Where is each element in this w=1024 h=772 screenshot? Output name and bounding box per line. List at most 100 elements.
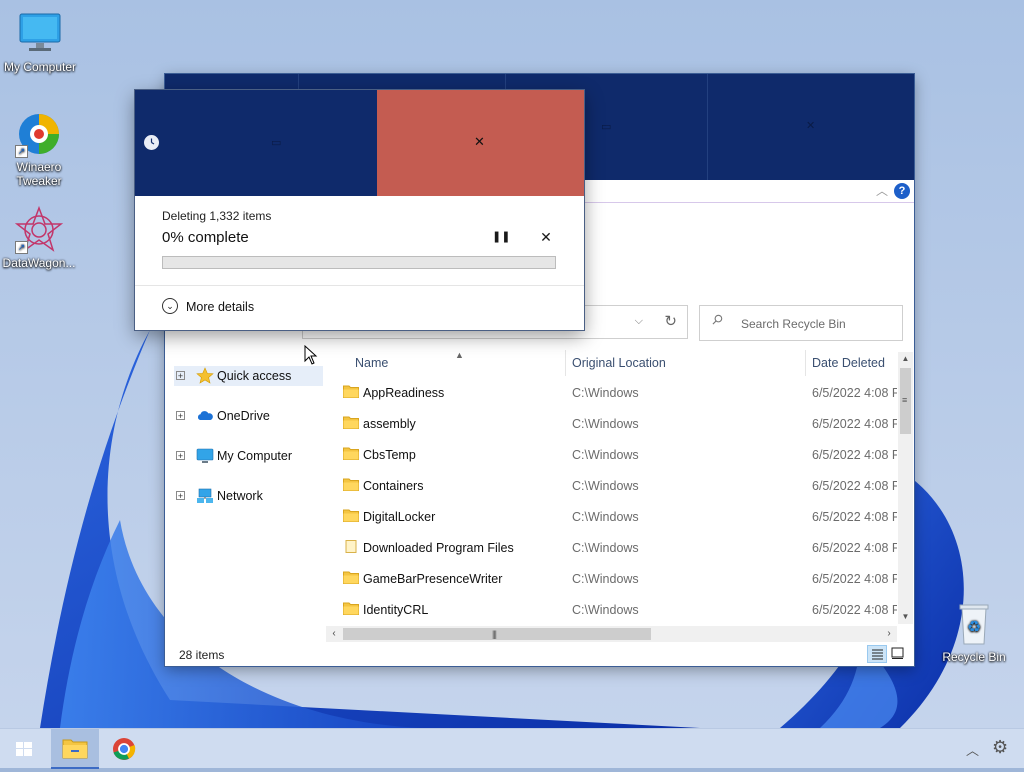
- large-icons-view-icon: [891, 647, 904, 659]
- window-close-button[interactable]: ✕: [806, 119, 815, 132]
- navigation-pane: + Quick access + OneDrive + My Computer …: [165, 353, 325, 641]
- nav-item-my-computer[interactable]: + My Computer: [174, 446, 324, 466]
- expand-icon[interactable]: +: [176, 371, 185, 381]
- show-hidden-icons-chevron-icon[interactable]: ︿: [966, 740, 979, 759]
- folder-icon: [343, 385, 359, 398]
- file-row[interactable]: Containers C:\Windows 6/5/2022 4:08 PM: [325, 470, 897, 501]
- status-bar: 28 items: [165, 642, 914, 666]
- windows-logo-icon: [16, 742, 32, 756]
- cancel-operation-button[interactable]: ✕: [539, 230, 553, 244]
- shortcut-arrow-icon: ↗: [15, 241, 28, 254]
- file-date-deleted: 6/5/2022 4:08 PM: [812, 541, 897, 555]
- file-name: GameBarPresenceWriter: [363, 572, 503, 586]
- folder-icon: [343, 478, 359, 491]
- file-original-location: C:\Windows: [572, 448, 639, 462]
- scroll-left-arrow-icon[interactable]: ‹: [326, 626, 342, 642]
- expand-icon[interactable]: +: [176, 411, 185, 421]
- horizontal-scroll-thumb[interactable]: |||: [343, 628, 651, 640]
- desktop-icon-datawagon[interactable]: ↗ DataWagon...: [0, 205, 78, 270]
- file-row[interactable]: IdentityCRL C:\Windows 6/5/2022 4:08 PM: [325, 594, 897, 625]
- file-name: IdentityCRL: [363, 603, 429, 617]
- column-header-original-location[interactable]: Original Location: [566, 350, 806, 376]
- file-name: AppReadiness: [363, 386, 445, 400]
- grip-icon: ≡: [902, 395, 908, 405]
- file-original-location: C:\Windows: [572, 572, 639, 586]
- details-view-button[interactable]: [867, 645, 887, 663]
- dialog-titlebar[interactable]: ▭ ✕: [135, 90, 584, 196]
- delete-progress-dialog: ▭ ✕ Deleting 1,332 items 0% complete ❚❚ …: [135, 90, 584, 330]
- file-name: DigitalLocker: [363, 510, 436, 524]
- file-original-location: C:\Windows: [572, 541, 639, 555]
- desktop-icon-label: Winaero Tweaker: [16, 160, 62, 188]
- expand-icon[interactable]: +: [176, 451, 185, 461]
- file-row[interactable]: GameBarPresenceWriter C:\Windows 6/5/2022 …: [325, 563, 897, 594]
- desktop-icon-my-computer[interactable]: My Computer: [0, 10, 80, 74]
- monitor-icon: [16, 10, 64, 58]
- network-icon: [196, 487, 214, 505]
- desktop-icon-recycle-bin[interactable]: ♻ Recycle Bin: [934, 600, 1014, 664]
- close-icon: ✕: [474, 134, 485, 149]
- winaero-tweaker-icon: ↗: [15, 110, 63, 158]
- more-details-toggle[interactable]: ⌄ More details: [162, 298, 282, 318]
- dialog-close-button[interactable]: ✕: [377, 90, 584, 196]
- file-original-location: C:\Windows: [572, 386, 639, 400]
- svg-text:♻: ♻: [967, 617, 981, 636]
- monitor-icon: [196, 447, 214, 465]
- large-icons-view-button[interactable]: [889, 645, 909, 663]
- search-input[interactable]: Search Recycle Bin: [699, 305, 903, 341]
- file-date-deleted: 6/5/2022 4:08 PM: [812, 603, 897, 617]
- file-date-deleted: 6/5/2022 4:08 PM: [812, 386, 897, 400]
- datawagon-icon: ↗: [14, 205, 64, 254]
- folder-icon: [62, 739, 88, 759]
- taskbar-chrome[interactable]: [100, 729, 148, 769]
- grip-icon: |||: [492, 629, 497, 639]
- cloud-icon: [196, 407, 214, 425]
- address-dropdown-chevron-icon[interactable]: ⌵: [635, 315, 643, 328]
- nav-item-quick-access[interactable]: + Quick access: [174, 366, 323, 386]
- file-row[interactable]: CbsTemp C:\Windows 6/5/2022 4:08 PM: [325, 439, 897, 470]
- desktop-icon-label: Recycle Bin: [942, 650, 1006, 664]
- ribbon-collapse-chevron-icon[interactable]: ︿: [876, 182, 888, 199]
- window-minimize-button[interactable]: ▭: [601, 120, 611, 133]
- file-row[interactable]: Downloaded Program Files C:\Windows 6/5/20…: [325, 532, 897, 563]
- scroll-up-arrow-icon[interactable]: ▲: [898, 352, 913, 366]
- desktop-icon-label: DataWagon...: [2, 256, 76, 270]
- expand-icon[interactable]: +: [176, 491, 185, 501]
- shortcut-arrow-icon: ↗: [15, 145, 28, 158]
- star-icon: [196, 367, 214, 385]
- vertical-scrollbar[interactable]: ▲ ≡ ▼: [898, 352, 913, 624]
- column-header-name[interactable]: ▲ Name: [325, 350, 566, 376]
- percent-complete: 0% complete: [162, 229, 249, 246]
- search-placeholder: Search Recycle Bin: [741, 317, 846, 331]
- file-name: Containers: [363, 479, 424, 493]
- horizontal-scrollbar[interactable]: ‹ ||| ›: [326, 626, 897, 642]
- dialog-minimize-button[interactable]: ▭: [175, 90, 377, 196]
- help-icon[interactable]: ?: [894, 183, 910, 199]
- progress-bar: [162, 256, 556, 269]
- file-row[interactable]: assembly C:\Windows 6/5/2022 4:08 PM: [325, 408, 897, 439]
- taskbar-file-explorer[interactable]: [51, 729, 99, 769]
- sort-ascending-icon: ▲: [455, 350, 464, 360]
- file-date-deleted: 6/5/2022 4:08 PM: [812, 572, 897, 586]
- file-list: ▲ Name Original Location Date Deleted Ap…: [325, 350, 897, 628]
- start-button[interactable]: [0, 729, 48, 769]
- file-date-deleted: 6/5/2022 4:08 PM: [812, 479, 897, 493]
- gear-icon[interactable]: ⚙: [992, 737, 1008, 758]
- file-row[interactable]: DigitalLocker C:\Windows 6/5/2022 4:08 PM: [325, 501, 897, 532]
- scroll-down-arrow-icon[interactable]: ▼: [898, 610, 913, 624]
- folder-icon: [343, 571, 359, 584]
- nav-item-onedrive[interactable]: + OneDrive: [174, 406, 324, 426]
- refresh-icon[interactable]: ↻: [664, 312, 677, 330]
- minimize-icon: ▭: [271, 137, 282, 149]
- column-header-date-deleted[interactable]: Date Deleted: [806, 350, 897, 376]
- pause-button[interactable]: ❚❚: [492, 230, 510, 244]
- search-icon: [712, 314, 723, 325]
- desktop-icon-winaero-tweaker[interactable]: ↗ Winaero Tweaker: [0, 110, 78, 188]
- chrome-icon: [113, 738, 136, 760]
- file-row[interactable]: AppReadiness C:\Windows 6/5/2022 4:08 PM: [325, 377, 897, 408]
- clock-icon: [144, 135, 159, 150]
- scroll-right-arrow-icon[interactable]: ›: [881, 626, 897, 642]
- nav-item-network[interactable]: + Network: [174, 486, 324, 506]
- recycle-bin-icon: ♻: [950, 600, 998, 648]
- file-date-deleted: 6/5/2022 4:08 PM: [812, 510, 897, 524]
